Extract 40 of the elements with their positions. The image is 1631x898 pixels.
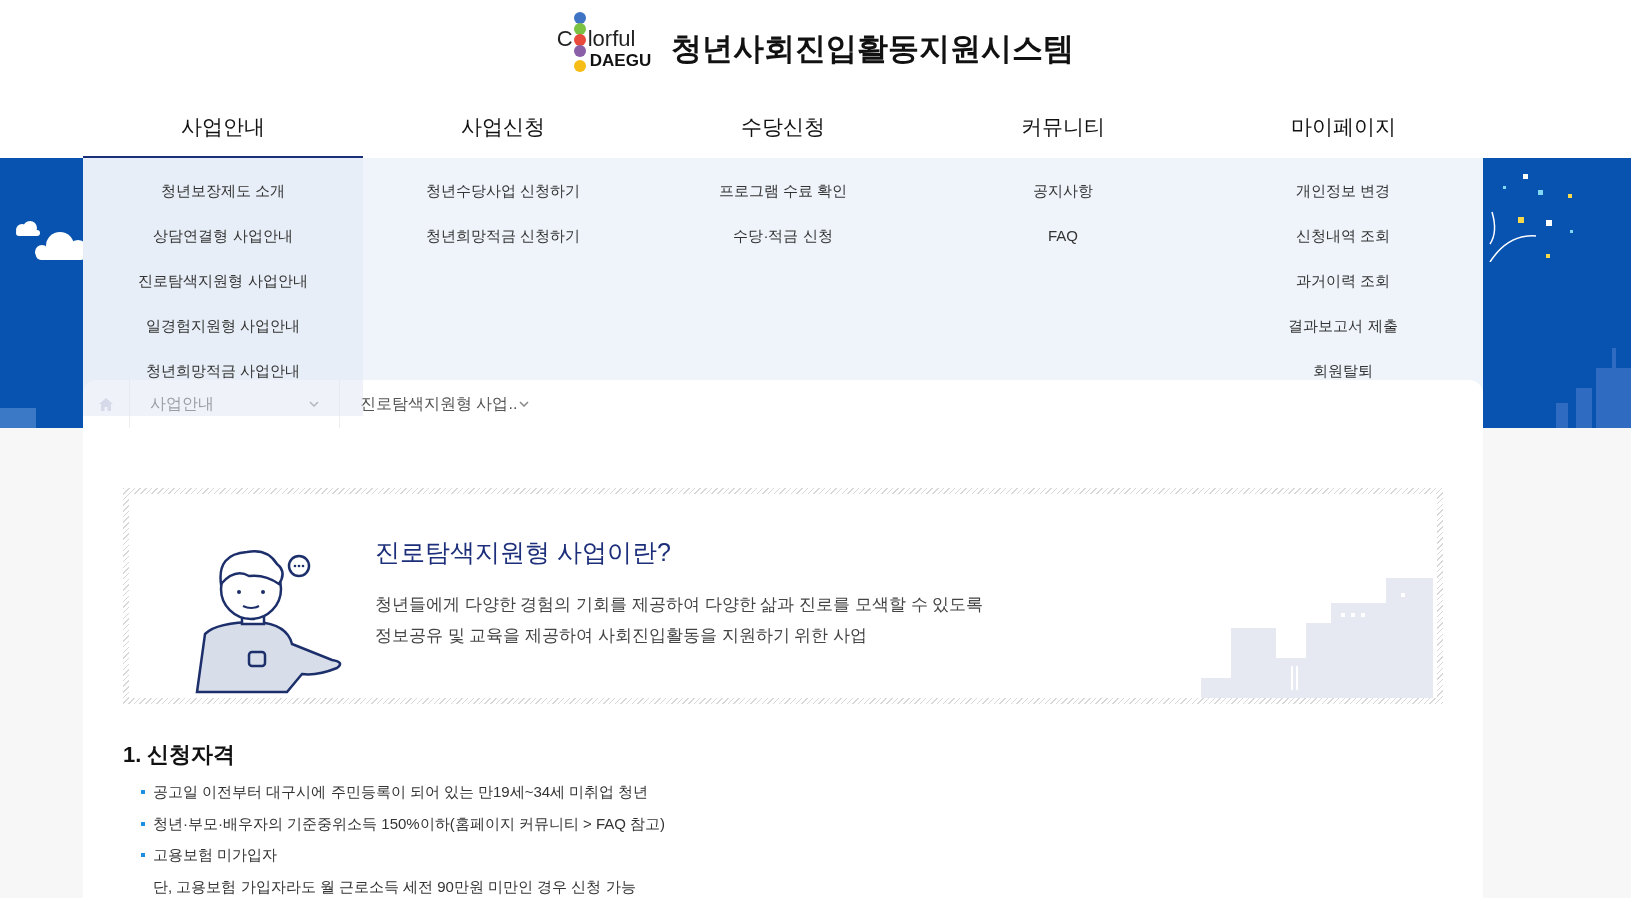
list-text: 고용보험 미가입자 [153,845,278,865]
city-buildings-icon [1556,348,1631,428]
nav-tab[interactable]: 수당신청 [643,98,923,158]
list-text: 청년·부모·배우자의 기준중위소득 150%이하(홈페이지 커뮤니티 > FAQ 참고) [153,813,666,834]
section-heading: 1. 신청자격 [123,741,237,769]
dropdown-menu-item[interactable]: 청년수당사업 신청하기 [425,178,581,203]
dropdown-menu-item[interactable]: 프로그램 수료 확인 [718,178,848,203]
site-title: 청년사회진입활동지원시스템 [671,29,1075,68]
dropdown-menu-item[interactable]: 공지사항 [1033,178,1093,203]
dropdown-menu-item[interactable]: 상담연결형 사업안내 [153,223,293,248]
dropdown-menu-item[interactable]: 신청내역 조회 [1295,223,1391,248]
home-icon [99,397,113,411]
nav-tab[interactable]: 마이페이지 [1203,98,1483,158]
dropdown-menu-item[interactable]: 수당·적금 신청 [733,223,833,248]
intro-title: 진로탐색지원형 사업이란? [375,537,672,568]
dropdown-menu-item[interactable]: 회원탈퇴 [1313,358,1373,383]
list-note: 단, 고용보험 가입자라도 월 근로소득 세전 90만원 미만인 경우 신청 가능 [153,876,637,897]
bullet-icon [141,821,145,826]
dropdown-menu-item[interactable]: 청년희망적금 사업안내 [145,358,301,383]
list-text: 공고일 이전부터 대구시에 주민등록이 되어 있는 만19세~34세 미취업 청년 [153,782,649,802]
dropdown-menu-item[interactable]: 과거이력 조회 [1295,268,1391,293]
dropdown-menu-item[interactable]: FAQ [1048,223,1078,248]
dropdown-menu-item[interactable]: 진로탐색지원형 사업안내 [138,268,308,293]
chevron-down-icon [519,401,529,407]
nav-tab[interactable]: 사업신청 [363,98,643,158]
intro-text: 청년들에게 다양한 경험의 기회를 제공하여 다양한 삶과 진로를 모색할 수 있도록 [375,593,984,616]
bullet-icon [141,790,145,795]
logo-text: lorful [587,27,636,51]
logo-text: DAEGU [589,51,652,71]
dropdown-menu-item[interactable]: 개인정보 변경 [1295,178,1391,203]
intro-text: 정보공유 및 교육을 제공하여 사회진입활동을 지원하기 위한 사업 [375,625,869,647]
logo-text: C [556,27,573,51]
dropdown-menu-item[interactable]: 일경험지원형 사업안내 [145,313,301,338]
dropdown-menu-item[interactable]: 청년희망적금 신청하기 [425,223,581,248]
bullet-icon [141,853,145,858]
logo-dots-icon [572,11,587,73]
chevron-down-icon [309,401,319,407]
nav-tab[interactable]: 커뮤니티 [923,98,1203,158]
dropdown-menu-item[interactable]: 결과보고서 제출 [1288,313,1398,338]
dropdown-menu-item[interactable]: 청년보장제도 소개 [160,178,286,203]
